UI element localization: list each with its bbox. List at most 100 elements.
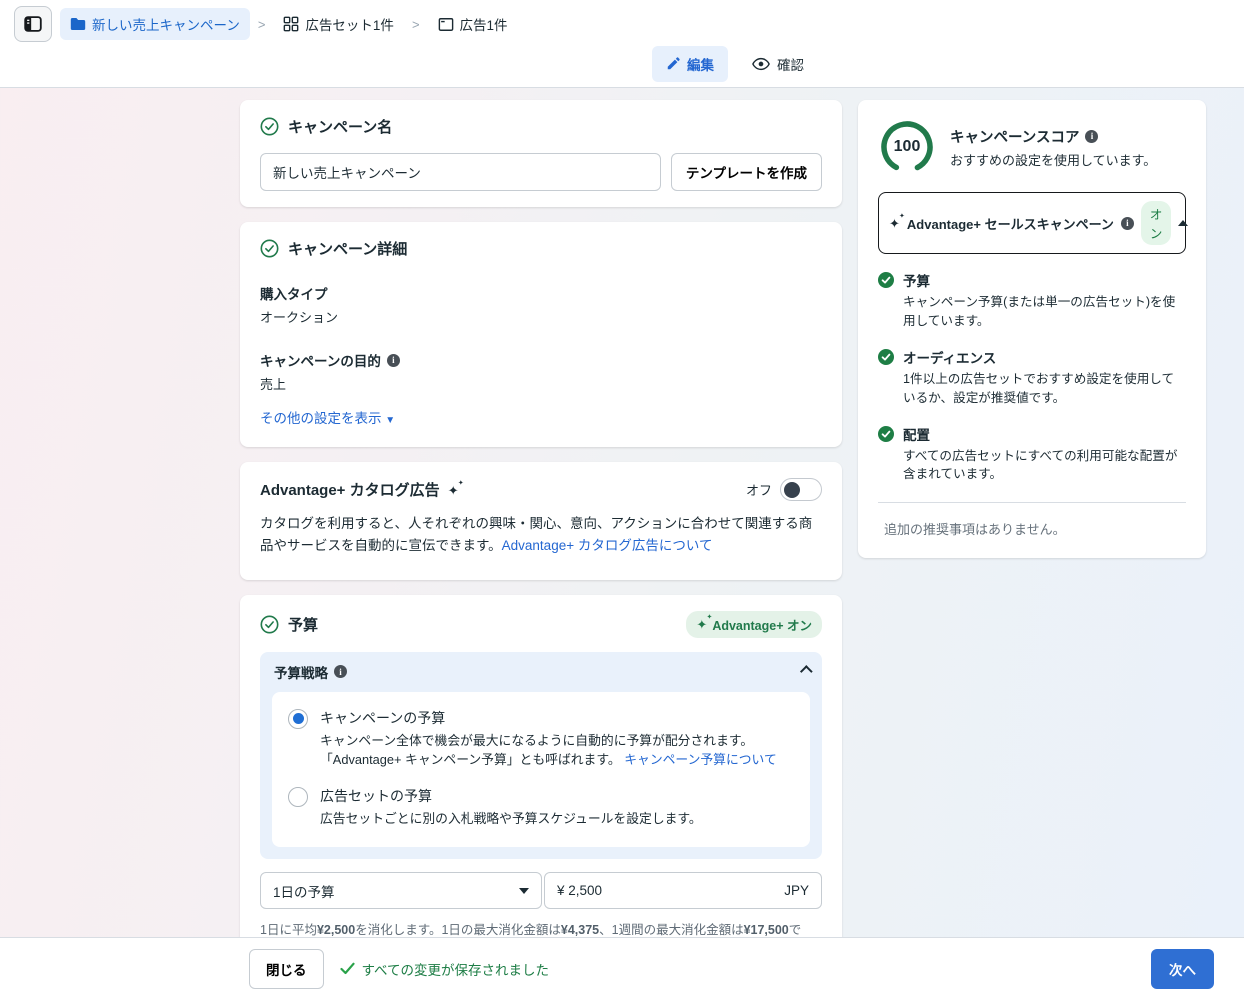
advantage-sales-campaign-row[interactable]: ✦✦ Advantage+ セールスキャンペーン i オン bbox=[878, 192, 1186, 254]
saved-status: すべての変更が保存されました bbox=[340, 959, 550, 979]
breadcrumb-ad-label: 広告1件 bbox=[460, 14, 508, 34]
budget-strategy-panel: 予算戦略 i キャンペーンの予算 キャンペーン全体で機会が最大になるように自動的… bbox=[260, 652, 822, 859]
campaign-budget-option-desc: キャンペーン全体で機会が最大になるように自動的に予算が配分されます。「Advan… bbox=[320, 731, 794, 771]
check-filled-icon bbox=[878, 424, 894, 485]
campaign-name-title: キャンペーン名 bbox=[288, 116, 392, 137]
info-icon[interactable]: i bbox=[387, 354, 400, 367]
sidebar-collapse-button[interactable] bbox=[14, 6, 52, 42]
adset-budget-option[interactable]: 広告セットの予算 広告セットごとに別の入札戦略や予算スケジュールを設定します。 bbox=[288, 786, 794, 829]
check-filled-icon bbox=[878, 347, 894, 408]
tab-edit[interactable]: 編集 bbox=[652, 46, 728, 82]
campaign-budget-option-label: キャンペーンの予算 bbox=[320, 708, 794, 728]
check-icon bbox=[340, 962, 355, 975]
breadcrumb-adset[interactable]: 広告セット1件 bbox=[273, 8, 404, 40]
check-filled-icon bbox=[878, 270, 894, 331]
collapse-chevron-icon[interactable] bbox=[800, 665, 813, 678]
breadcrumb-campaign[interactable]: 新しい売上キャンペーン bbox=[60, 8, 250, 40]
mode-tabs: 編集 確認 bbox=[652, 46, 810, 82]
check-budget-desc: キャンペーン予算(または単一の広告セット)を使用しています。 bbox=[903, 293, 1186, 331]
toggle-state-label: オフ bbox=[746, 480, 772, 499]
info-icon[interactable]: i bbox=[1121, 217, 1134, 230]
footer-bar: 閉じる すべての変更が保存されました 次へ bbox=[0, 937, 1244, 999]
pencil-icon bbox=[666, 57, 680, 71]
info-icon[interactable]: i bbox=[334, 665, 347, 678]
catalog-ads-description: カタログを利用すると、人それぞれの興味・関心、意向、アクションに合わせて関連する… bbox=[260, 513, 822, 558]
folder-icon bbox=[70, 17, 86, 31]
radio-selected-icon[interactable] bbox=[288, 709, 308, 729]
campaign-name-card: キャンペーン名 テンプレートを作成 bbox=[240, 100, 842, 207]
catalog-ads-card: Advantage+ カタログ広告 ✦✦ オフ カタログを利用すると、人それぞれ… bbox=[240, 462, 842, 580]
ad-icon bbox=[438, 17, 454, 32]
main-column: キャンペーン名 テンプレートを作成 キャンペーン詳細 購入タイプ オークション … bbox=[240, 100, 842, 999]
breadcrumb: 新しい売上キャンペーン > 広告セット1件 > 広告1件 bbox=[14, 6, 518, 42]
breadcrumb-separator: > bbox=[412, 17, 420, 32]
campaign-name-input[interactable] bbox=[260, 153, 661, 191]
check-item-placement: 配置 すべての広告セットにすべての利用可能な配置が含まれています。 bbox=[878, 424, 1186, 485]
campaign-budget-link[interactable]: キャンペーン予算について bbox=[624, 752, 777, 767]
create-template-button[interactable]: テンプレートを作成 bbox=[671, 153, 822, 191]
breadcrumb-separator: > bbox=[258, 17, 266, 32]
check-item-audience: オーディエンス 1件以上の広告セットでおすすめ設定を使用しているか、設定が推奨値… bbox=[878, 347, 1186, 408]
chevron-up-icon[interactable] bbox=[1178, 220, 1188, 226]
sidebar-collapse-icon bbox=[22, 13, 44, 35]
check-audience-label: オーディエンス bbox=[903, 347, 1186, 367]
budget-amount-input[interactable]: ¥ 2,500 JPY bbox=[544, 872, 822, 909]
no-more-recommendations: 追加の推奨事項はありません。 bbox=[878, 519, 1186, 538]
sparkle-icon: ✦✦ bbox=[889, 217, 900, 230]
top-header: 新しい売上キャンペーン > 広告セット1件 > 広告1件 bbox=[0, 0, 1244, 88]
sparkle-icon: ✦✦ bbox=[696, 618, 707, 631]
eye-icon bbox=[752, 57, 770, 71]
status-badge: オン bbox=[1141, 201, 1172, 245]
saved-status-text: すべての変更が保存されました bbox=[362, 959, 550, 979]
objective-value: 売上 bbox=[260, 374, 822, 393]
breadcrumb-ad[interactable]: 広告1件 bbox=[428, 8, 518, 40]
advantage-on-badge: ✦✦ Advantage+ オン bbox=[686, 611, 822, 638]
tab-edit-label: 編集 bbox=[687, 54, 714, 74]
adset-budget-option-desc: 広告セットごとに別の入札戦略や予算スケジュールを設定します。 bbox=[320, 809, 702, 829]
check-circle-icon bbox=[260, 239, 279, 258]
budget-period-select[interactable]: 1日の予算 bbox=[260, 872, 542, 909]
score-title: キャンペーンスコア i bbox=[950, 126, 1156, 147]
people-link[interactable]: 人 bbox=[408, 516, 422, 531]
check-placement-label: 配置 bbox=[903, 424, 1186, 444]
adset-budget-option-label: 広告セットの予算 bbox=[320, 786, 702, 806]
buying-type-label: 購入タイプ bbox=[260, 283, 822, 303]
radio-unselected-icon[interactable] bbox=[288, 787, 308, 807]
score-value: 100 bbox=[878, 118, 936, 176]
budget-strategy-label: 予算戦略 i bbox=[274, 662, 347, 682]
next-button[interactable]: 次へ bbox=[1151, 949, 1214, 989]
caret-down-icon bbox=[519, 888, 529, 894]
objective-label: キャンペーンの目的 i bbox=[260, 350, 822, 370]
chevron-down-icon: ▼ bbox=[385, 415, 395, 426]
check-circle-icon bbox=[260, 117, 279, 136]
catalog-ads-learn-more-link[interactable]: Advantage+ カタログ広告について bbox=[502, 538, 713, 553]
campaign-score-panel: 100 キャンペーンスコア i おすすめの設定を使用しています。 ✦✦ Adva… bbox=[858, 100, 1206, 558]
catalog-ads-title: Advantage+ カタログ広告 ✦✦ bbox=[260, 479, 459, 500]
catalog-ads-toggle[interactable] bbox=[780, 478, 822, 501]
more-settings-link[interactable]: その他の設定を表示 ▼ bbox=[260, 411, 395, 426]
breadcrumb-adset-label: 広告セット1件 bbox=[305, 14, 394, 34]
tab-review-label: 確認 bbox=[777, 54, 804, 74]
divider bbox=[878, 502, 1186, 503]
sparkle-icon: ✦✦ bbox=[448, 484, 459, 497]
tab-review[interactable]: 確認 bbox=[746, 46, 810, 82]
budget-amount-value: ¥ 2,500 bbox=[557, 883, 602, 898]
score-gauge: 100 bbox=[878, 118, 936, 176]
check-budget-label: 予算 bbox=[903, 270, 1186, 290]
currency-label: JPY bbox=[784, 883, 809, 898]
check-circle-icon bbox=[260, 615, 279, 634]
score-subtitle: おすすめの設定を使用しています。 bbox=[950, 150, 1156, 169]
adset-grid-icon bbox=[283, 16, 299, 32]
check-item-budget: 予算 キャンペーン予算(または単一の広告セット)を使用しています。 bbox=[878, 270, 1186, 331]
campaign-details-title: キャンペーン詳細 bbox=[288, 238, 407, 259]
info-icon[interactable]: i bbox=[1085, 130, 1098, 143]
campaign-details-card: キャンペーン詳細 購入タイプ オークション キャンペーンの目的 i 売上 その他… bbox=[240, 222, 842, 447]
breadcrumb-campaign-label: 新しい売上キャンペーン bbox=[92, 14, 240, 34]
close-button[interactable]: 閉じる bbox=[249, 949, 324, 989]
check-placement-desc: すべての広告セットにすべての利用可能な配置が含まれています。 bbox=[903, 447, 1186, 485]
buying-type-value: オークション bbox=[260, 307, 822, 326]
campaign-budget-option[interactable]: キャンペーンの予算 キャンペーン全体で機会が最大になるように自動的に予算が配分さ… bbox=[288, 708, 794, 771]
advantage-sales-campaign-label: Advantage+ セールスキャンペーン bbox=[907, 214, 1114, 233]
budget-title: 予算 bbox=[288, 614, 318, 635]
check-audience-desc: 1件以上の広告セットでおすすめ設定を使用しているか、設定が推奨値です。 bbox=[903, 370, 1186, 408]
